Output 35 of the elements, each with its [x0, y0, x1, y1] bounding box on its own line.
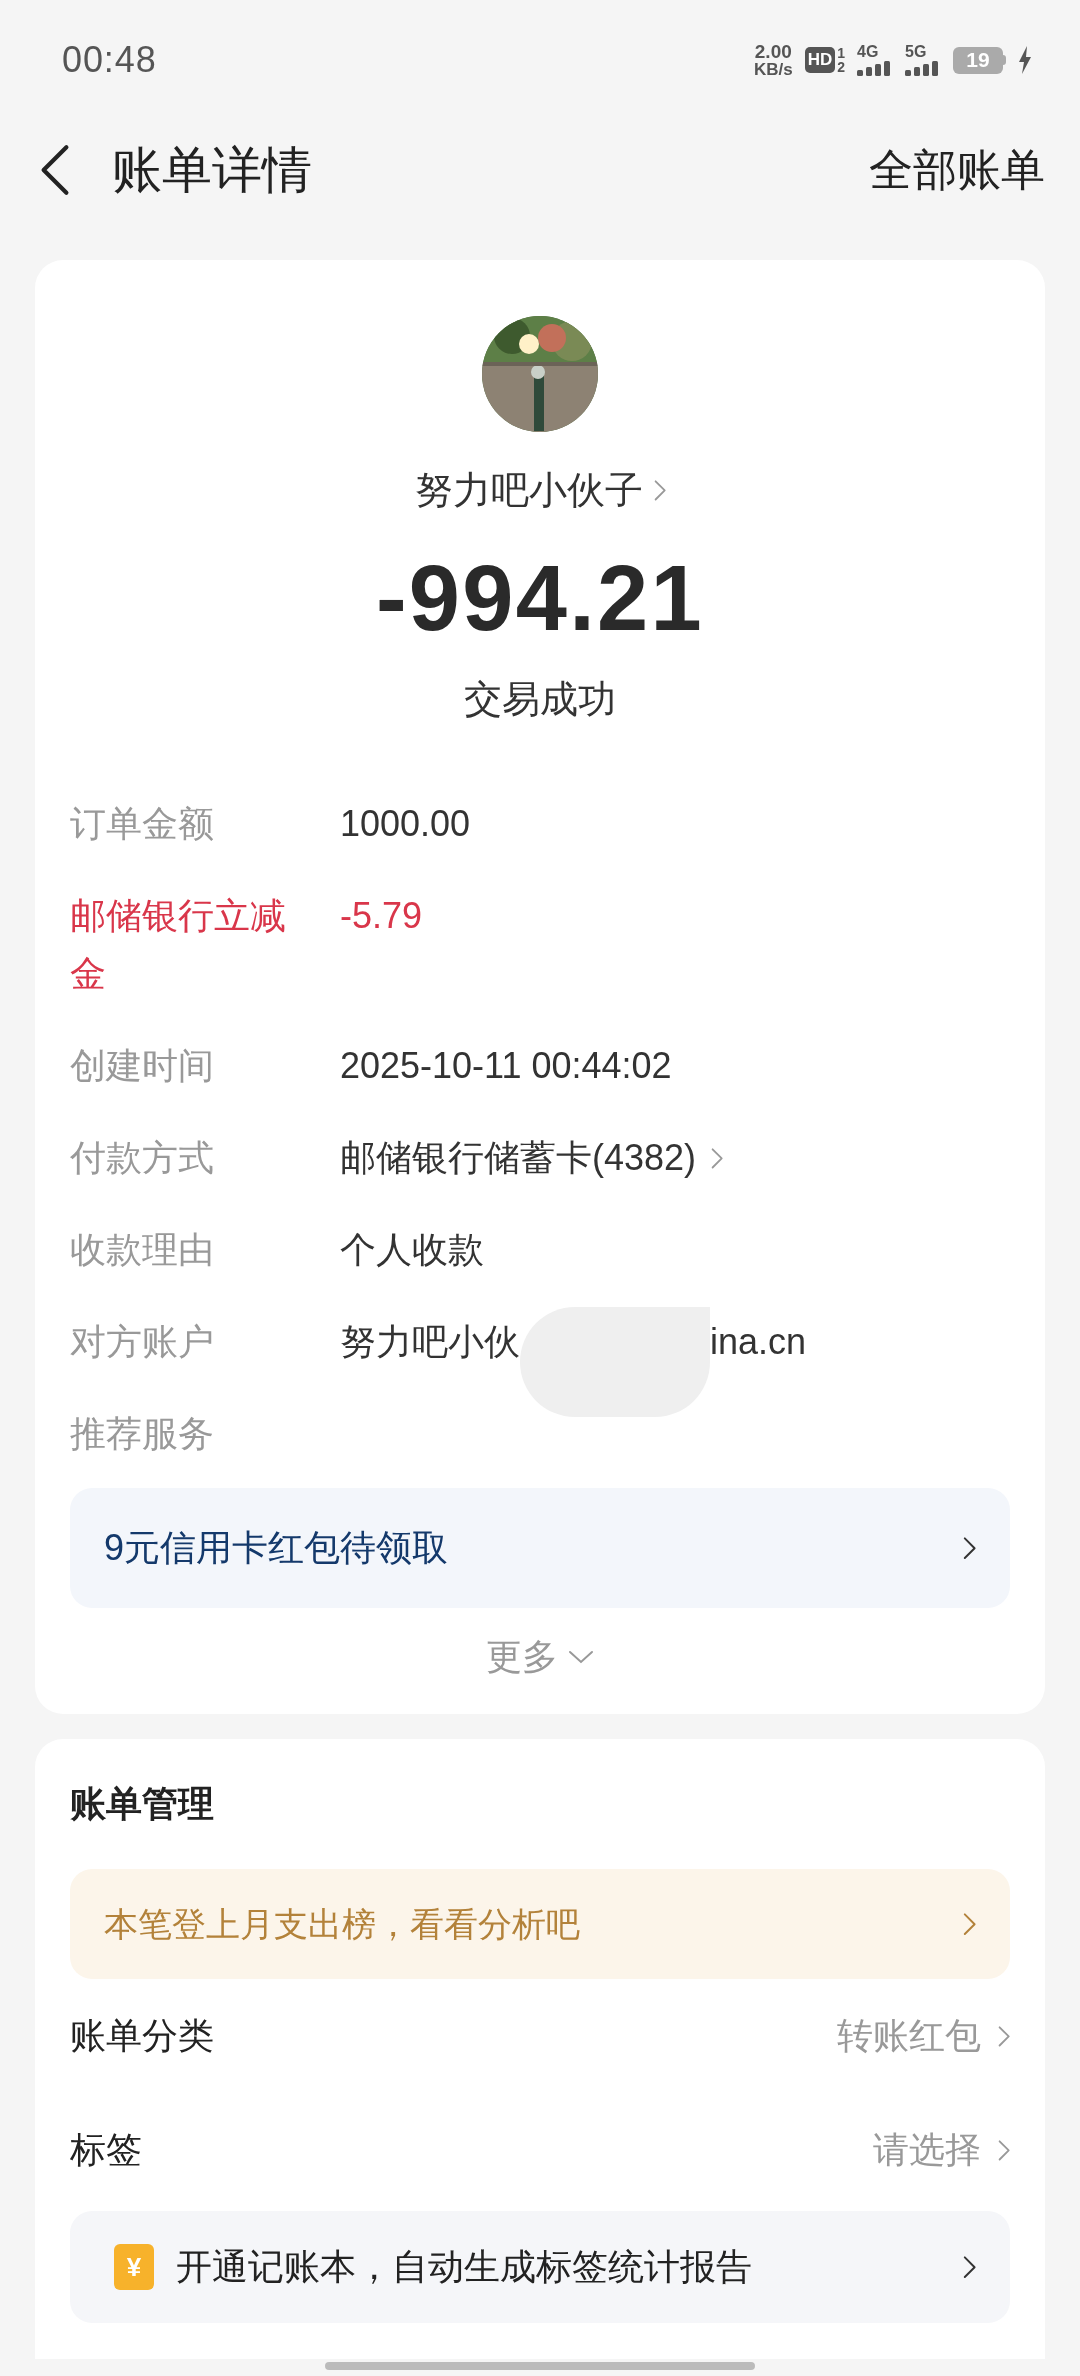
detail-label: 付款方式 — [70, 1136, 215, 1181]
detail-label: 创建时间 — [70, 1044, 215, 1089]
all-bills-link[interactable]: 全部账单 — [869, 137, 1045, 203]
page-title: 账单详情 — [112, 140, 312, 200]
detail-value: -5.79 — [340, 894, 423, 939]
detail-label: 邮储银行立减金 — [70, 894, 287, 997]
detail-label: 收款理由 — [70, 1228, 215, 1273]
row-label: 账单分类 — [70, 2014, 214, 2059]
ledger-icon: ¥ — [114, 2244, 154, 2291]
hd-badge: HD — [804, 47, 836, 73]
network-speed: 2.00 — [754, 42, 792, 61]
network-speed-unit: KB/s — [753, 61, 793, 78]
detail-value: ina.cn — [710, 1320, 807, 1365]
network-type: 5G — [905, 44, 928, 60]
ledger-promo[interactable]: ¥ 开通记账本，自动生成标签统计报告 — [70, 2211, 1010, 2324]
detail-value: 努力吧小伙 — [340, 1320, 520, 1365]
sim-number: 2 — [837, 60, 845, 74]
detail-label: 推荐服务 — [70, 1412, 215, 1457]
payment-method-link[interactable]: 邮储银行储蓄卡(4382) — [340, 1129, 697, 1188]
section-title: 账单管理 — [70, 1782, 215, 1827]
credit-card-promo[interactable]: 9元信用卡红包待领取 — [70, 1488, 1010, 1609]
detail-value: 1000.00 — [340, 802, 471, 847]
detail-label: 对方账户 — [70, 1320, 215, 1365]
clock-time: 00:48 — [62, 38, 157, 82]
network-type: 4G — [857, 44, 880, 60]
payee-name[interactable]: 努力吧小伙子 — [414, 462, 643, 519]
sim-number: 1 — [837, 46, 845, 60]
detail-label: 订单金额 — [70, 802, 215, 847]
amount: -994.21 — [374, 546, 706, 651]
battery-icon: 19 — [953, 46, 1003, 74]
ledger-text: 开通记账本，自动生成标签统计报告 — [176, 2245, 752, 2290]
row-label: 标签 — [70, 2128, 142, 2173]
detail-value: 个人收款 — [340, 1228, 484, 1273]
detail-value: 2025-10-11 00:44:02 — [340, 1044, 672, 1089]
transaction-status: 交易成功 — [463, 677, 617, 723]
